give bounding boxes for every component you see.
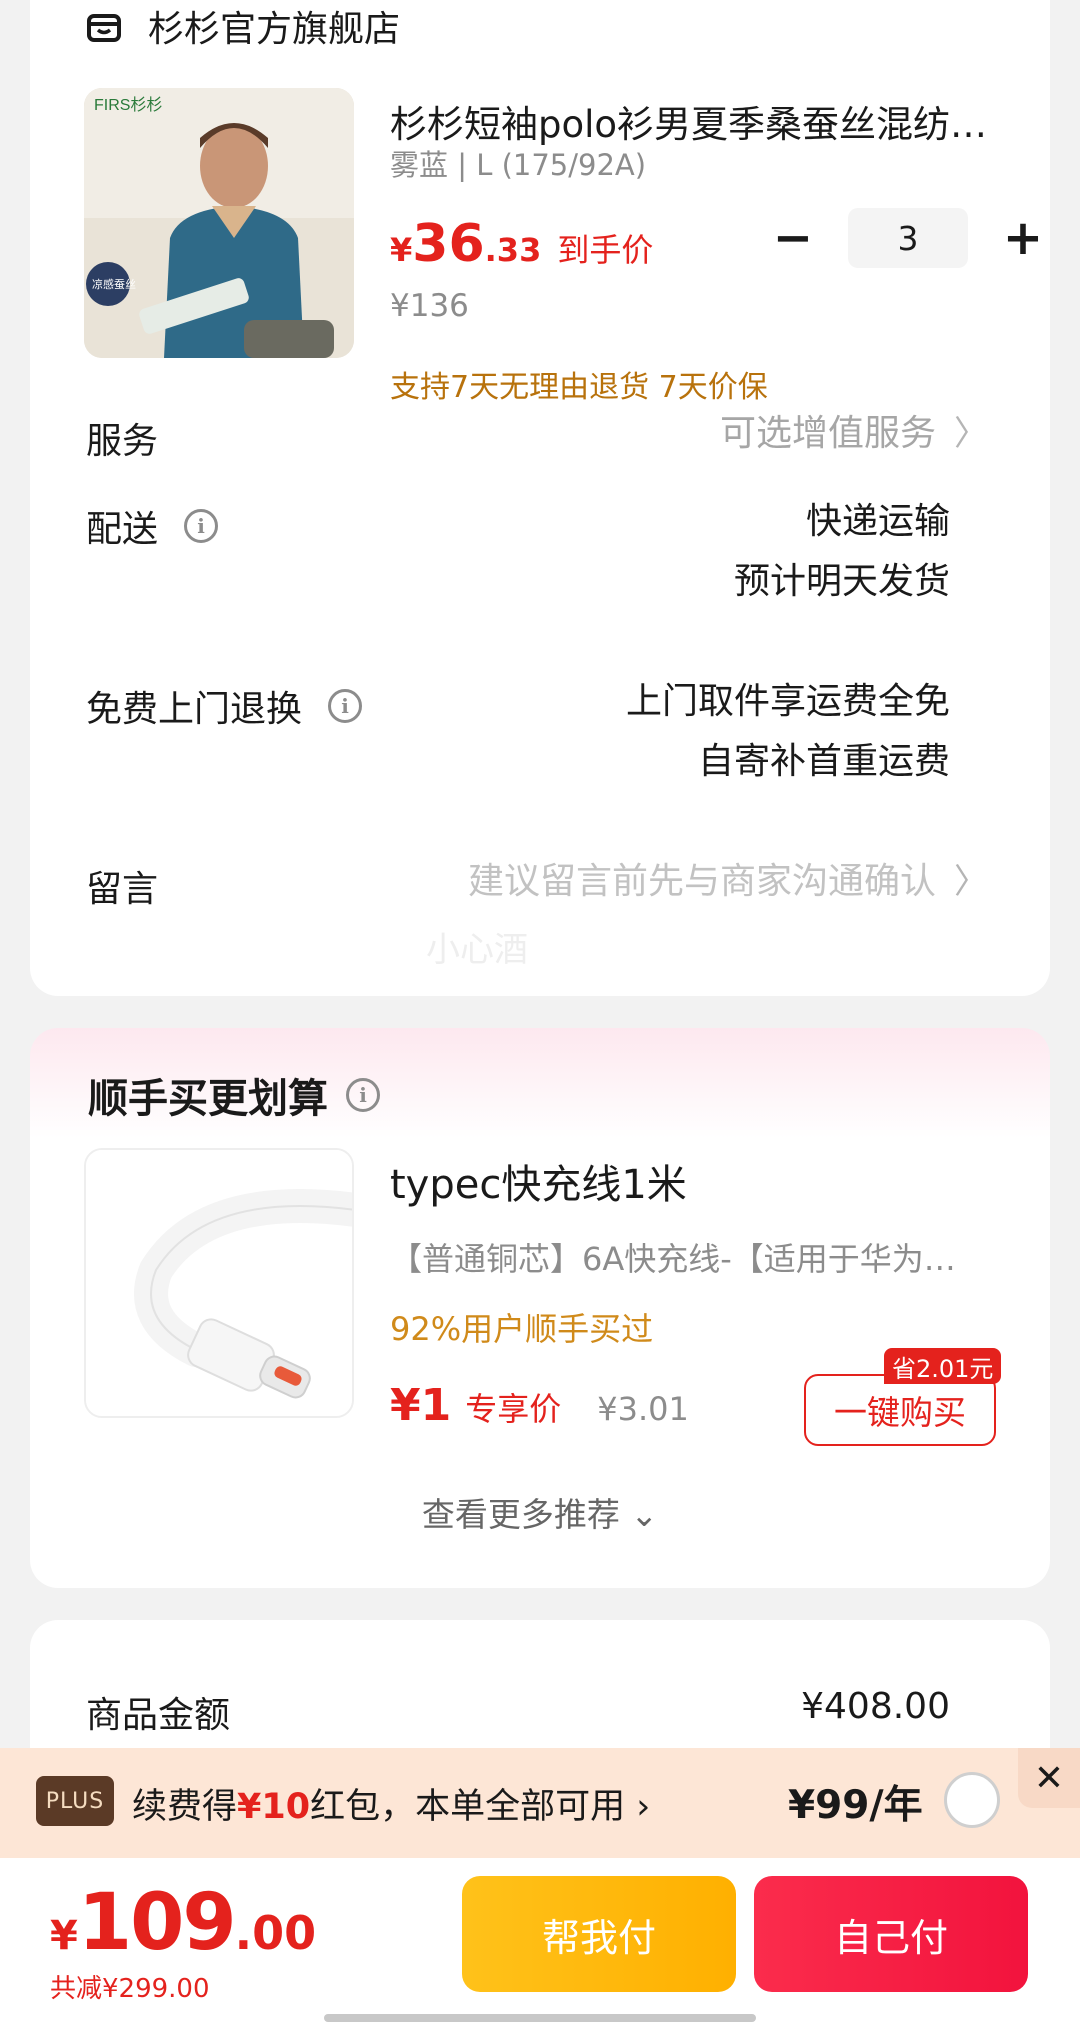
return-value: 上门取件享运费全免 自寄补首重运费 <box>626 672 950 792</box>
price-integer: 36 <box>412 214 485 274</box>
goods-amount-label: 商品金额 <box>86 1695 231 1736</box>
chevron-right-icon: 〉 <box>954 414 988 454</box>
message-label-text: 留言 <box>86 869 159 910</box>
shop-name: 杉杉官方旗舰店 <box>148 9 401 50</box>
service-value: 可选增值服务 <box>719 413 936 454</box>
delivery-label-text: 配送 <box>86 509 159 550</box>
image-badge-text: 凉感蚕丝 <box>92 277 136 291</box>
store-order-card: 杉杉官方旗舰店 FIRS杉杉 凉感蚕丝 杉杉短袖polo衫男夏季桑蚕丝混纺商务休… <box>30 0 1050 996</box>
addon-recommend-card: 顺手买更划算 i typec快充线1米 【普通铜芯】6A快充线-【适用于华为… … <box>30 1028 1050 1588</box>
addon-price: ¥1 <box>390 1380 452 1431</box>
plus-badge: PLUS <box>36 1776 114 1826</box>
total-discount[interactable]: 共减¥299.00 <box>50 1968 210 2005</box>
addon-price-row: ¥1 专享价 ¥3.01 <box>390 1380 689 1431</box>
delivery-label: 配送 i <box>86 500 219 552</box>
info-icon[interactable]: i <box>184 509 219 543</box>
original-price: ¥136 <box>390 288 469 324</box>
usb-cable-icon <box>86 1150 352 1416</box>
addon-product-name[interactable]: typec快充线1米 <box>390 1152 687 1210</box>
total-decimal: .00 <box>234 1906 317 1960</box>
plus-text-pre: 续费得 <box>132 1787 238 1827</box>
shop-header[interactable]: 杉杉官方旗舰店 <box>86 0 400 52</box>
addon-product-image[interactable] <box>84 1148 354 1418</box>
checkout-bar: ¥ 109 .00 共减¥299.00 帮我付 自己付 <box>0 1858 1080 2026</box>
message-placeholder: 建议留言前先与商家沟通确认 <box>467 861 936 902</box>
plus-text-post: 红包，本单全部可用 › <box>310 1787 651 1827</box>
one-click-buy-button[interactable]: 一键购买 <box>804 1374 996 1446</box>
return-line-2: 自寄补首重运费 <box>697 741 950 782</box>
message-label: 留言 <box>86 860 158 912</box>
service-label: 服务 <box>86 412 158 464</box>
price-yen: ¥ <box>390 231 413 269</box>
quantity-stepper: − 3 + <box>758 208 1058 268</box>
product-final-price: ¥ 36 .33 到手价 <box>390 214 653 274</box>
more-recommend-link[interactable]: 查看更多推荐 ⌄ <box>30 1488 1050 1536</box>
addon-social-proof: 92%用户顺手买过 <box>390 1310 654 1348</box>
watermark-text: 小心酒 <box>426 930 528 970</box>
total-price: ¥ 109 .00 <box>50 1878 316 1968</box>
chevron-right-icon: 〉 <box>954 862 988 902</box>
return-label-text: 免费上门退换 <box>86 689 303 730</box>
total-integer: 109 <box>77 1878 237 1968</box>
pay-button[interactable]: 自己付 <box>754 1876 1028 1992</box>
image-brand-text: FIRS杉杉 <box>94 96 162 114</box>
price-tag: 到手价 <box>557 231 654 269</box>
addon-price-label: 专享价 <box>465 1390 562 1428</box>
info-icon[interactable]: i <box>346 1078 380 1112</box>
guarantee-text: 支持7天无理由退货 7天价保 <box>390 370 768 405</box>
message-input[interactable]: 建议留言前先与商家沟通确认 〉 <box>468 852 988 912</box>
quantity-input[interactable]: 3 <box>848 208 968 268</box>
return-label: 免费上门退换 i <box>86 680 363 732</box>
service-selector[interactable]: 可选增值服务 〉 <box>720 404 988 464</box>
close-icon[interactable]: ✕ <box>1018 1748 1080 1808</box>
help-me-pay-button[interactable]: 帮我付 <box>462 1876 736 1992</box>
product-photo-icon: FIRS杉杉 凉感蚕丝 <box>84 88 354 358</box>
store-icon <box>87 14 121 42</box>
goods-amount-value: ¥408.00 <box>801 1686 950 1727</box>
return-line-1: 上门取件享运费全免 <box>625 681 950 722</box>
minus-button[interactable]: − <box>758 208 828 268</box>
save-badge: 省2.01元 <box>884 1348 1002 1384</box>
addon-section-title: 顺手买更划算 i <box>88 1066 380 1124</box>
home-indicator[interactable] <box>324 2014 756 2022</box>
delivery-eta: 预计明天发货 <box>733 561 950 602</box>
delivery-value: 快递运输 预计明天发货 <box>734 492 950 612</box>
plus-promo-bar[interactable]: PLUS 续费得¥10红包，本单全部可用 › ¥99/年 ✕ <box>0 1748 1080 1858</box>
plus-promo-text: 续费得¥10红包，本单全部可用 › <box>132 1778 650 1829</box>
product-image[interactable]: FIRS杉杉 凉感蚕丝 <box>84 88 354 358</box>
addon-product-desc: 【普通铜芯】6A快充线-【适用于华为… <box>390 1240 956 1278</box>
addon-original-price: ¥3.01 <box>597 1390 689 1428</box>
product-title[interactable]: 杉杉短袖polo衫男夏季桑蚕丝混纺商务休闲 <box>390 94 1010 148</box>
total-yen: ¥ <box>50 1913 78 1959</box>
plus-text-highlight: ¥10 <box>237 1787 311 1827</box>
product-spec[interactable]: 雾蓝 | L (175/92A) <box>390 142 646 184</box>
addon-title-text: 顺手买更划算 <box>88 1076 328 1122</box>
delivery-method: 快递运输 <box>805 501 950 542</box>
info-icon[interactable]: i <box>328 689 363 723</box>
plus-select-radio[interactable] <box>944 1772 1000 1828</box>
plus-price: ¥99/年 <box>788 1783 923 1828</box>
price-decimal: .33 <box>484 231 542 269</box>
service-label-text: 服务 <box>86 421 159 462</box>
plus-button[interactable]: + <box>988 208 1058 268</box>
